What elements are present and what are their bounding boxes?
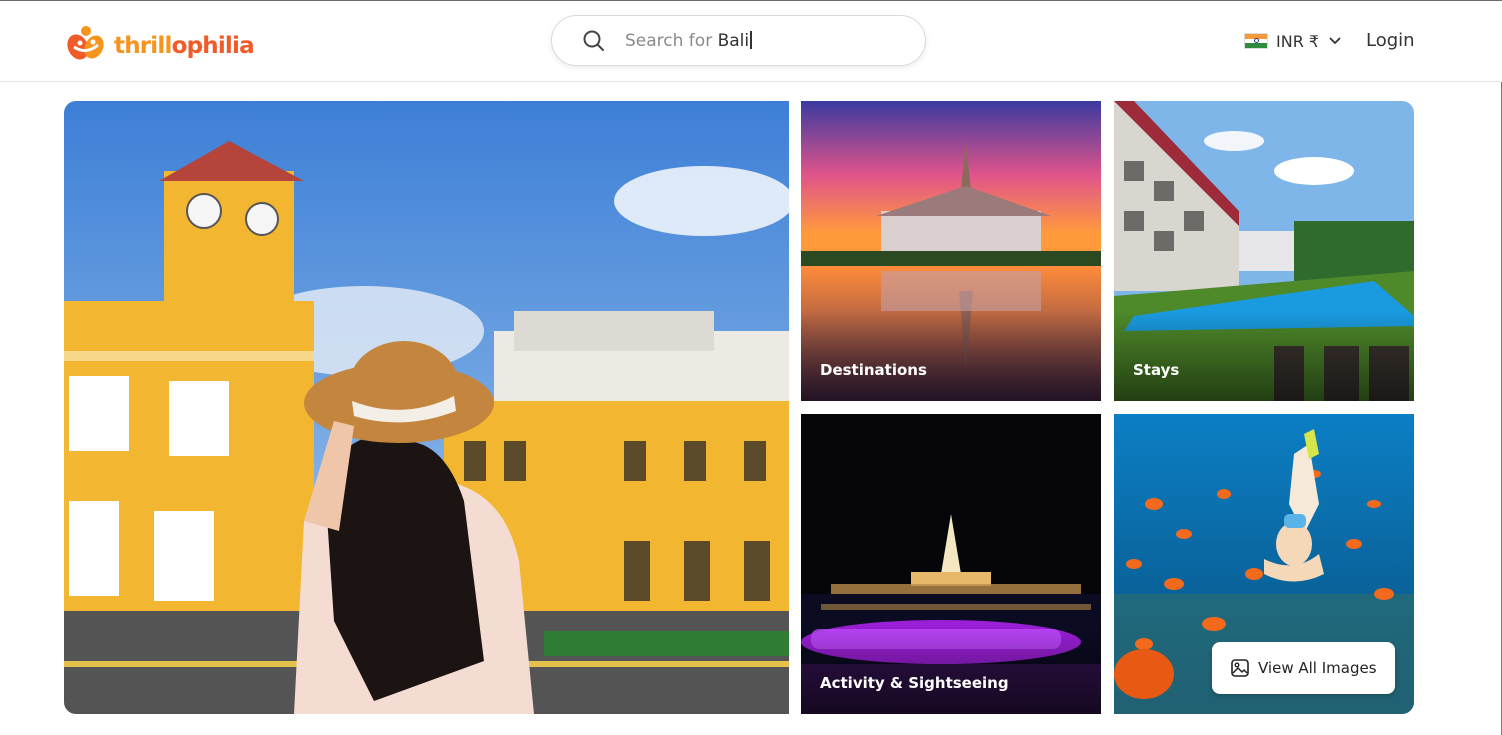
- currency-label: INR ₹: [1276, 31, 1320, 51]
- search-placeholder-keyword: Bali: [717, 31, 750, 51]
- view-all-images-button[interactable]: View All Images: [1212, 642, 1395, 694]
- search-icon: [583, 30, 604, 51]
- thrillophilia-logo[interactable]: thrillophilia: [64, 23, 255, 67]
- view-all-images-label: View All Images: [1258, 659, 1377, 677]
- label-gradient: [801, 311, 1101, 401]
- login-button[interactable]: Login: [1366, 30, 1415, 51]
- label-gradient: [1114, 311, 1414, 401]
- india-flag-icon: [1244, 33, 1268, 49]
- destinations-tile[interactable]: Destinations: [801, 101, 1101, 401]
- stays-label: Stays: [1133, 361, 1180, 379]
- search-placeholder-prefix: Search for: [625, 31, 718, 51]
- gallery-icon: [1231, 659, 1249, 677]
- stays-tile[interactable]: Stays: [1114, 101, 1414, 401]
- activity-sightseeing-tile[interactable]: Activity & Sightseeing: [801, 414, 1101, 714]
- site-header: thrillophilia Search for Bali INR ₹ Logi…: [0, 1, 1502, 82]
- logo-icon: [67, 26, 104, 60]
- chevron-down-icon: [1329, 37, 1341, 44]
- main-photo: [64, 101, 789, 714]
- activity-sightseeing-label: Activity & Sightseeing: [820, 674, 1009, 692]
- search-bar[interactable]: Search for Bali: [551, 15, 926, 66]
- search-input[interactable]: Search for Bali: [625, 31, 752, 51]
- currency-selector[interactable]: INR ₹: [1244, 29, 1341, 53]
- text-caret: [750, 31, 752, 49]
- label-gradient: [801, 624, 1101, 714]
- main-gallery-image[interactable]: [64, 101, 789, 714]
- logo-wordmark: thrillophilia: [114, 33, 255, 59]
- destinations-label: Destinations: [820, 361, 927, 379]
